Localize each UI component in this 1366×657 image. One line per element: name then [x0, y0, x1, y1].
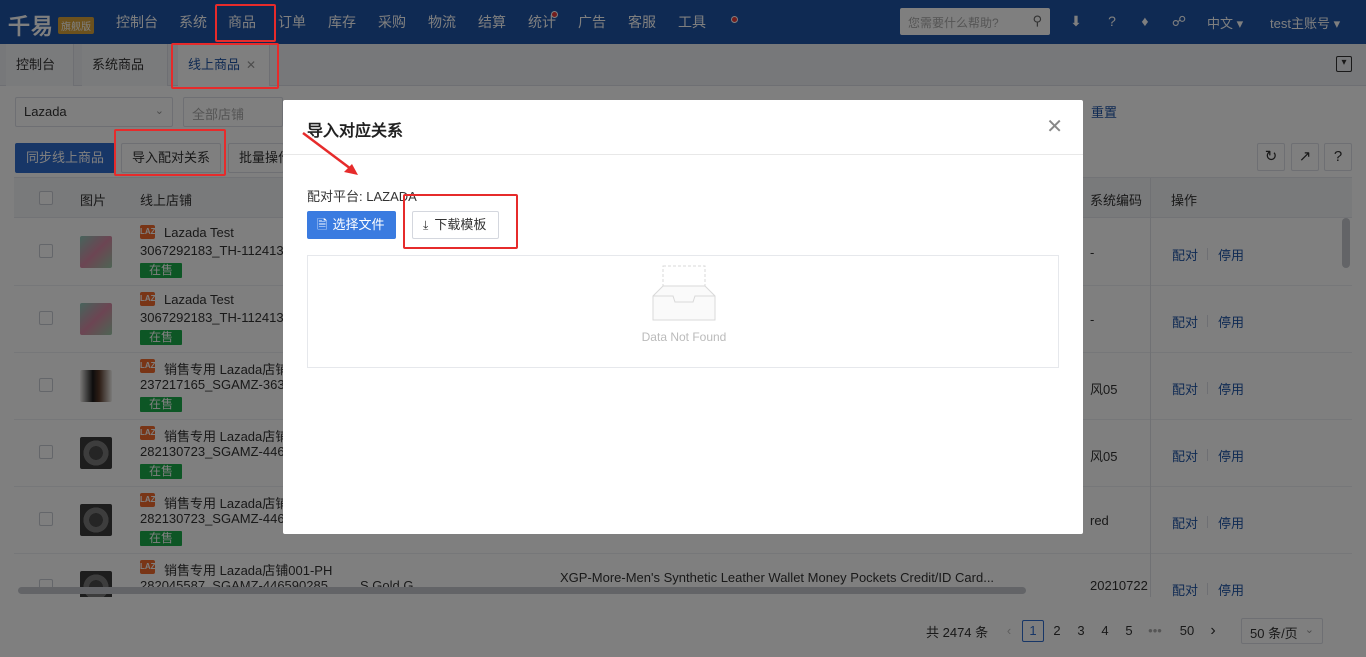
download-template-label: 下载模板	[434, 217, 487, 232]
platform-label: 配对平台: LAZADA	[307, 189, 417, 204]
empty-text: Data Not Found	[641, 330, 727, 344]
divider	[283, 154, 1083, 155]
download-icon: ⤓	[423, 218, 429, 232]
choose-file-button[interactable]: 🗎 选择文件	[307, 211, 397, 239]
empty-box-icon	[652, 265, 716, 321]
download-template-button[interactable]: ⤓ 下载模板	[412, 211, 500, 239]
choose-file-label: 选择文件	[332, 217, 385, 232]
close-icon[interactable]: ✕	[1046, 117, 1063, 137]
annotation-arrow	[302, 132, 358, 175]
import-mapping-dialog: 导入对应关系 ✕ 配对平台: LAZADA 🗎 选择文件 ⤓ 下载模板 Data N…	[283, 100, 1083, 534]
upload-file-icon: 🗎	[317, 217, 328, 232]
empty-state: Data Not Found	[307, 255, 1059, 368]
